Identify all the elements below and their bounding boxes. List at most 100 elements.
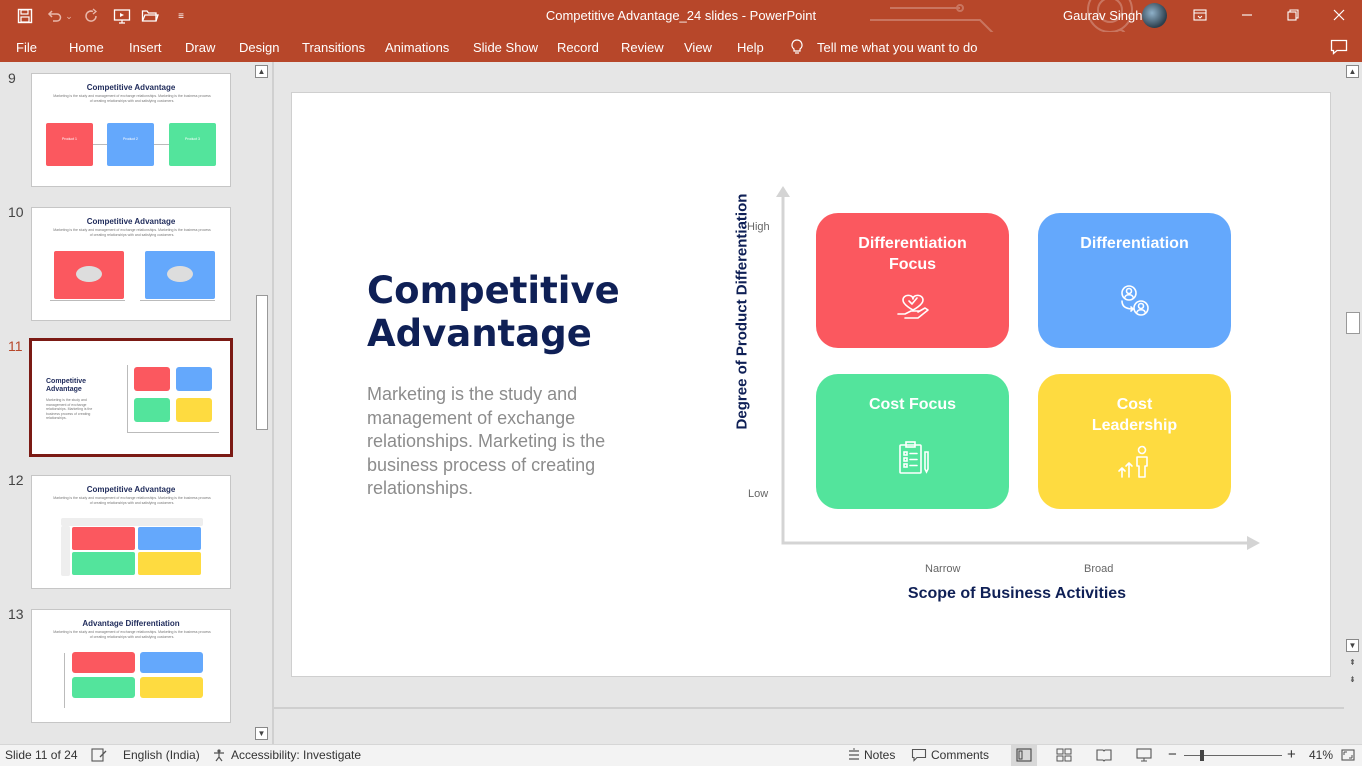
- thumbnail-title: Competitive Advantage: [46, 378, 87, 393]
- slide-thumbnail-12[interactable]: Competitive Advantage Marketing is the s…: [31, 475, 231, 589]
- notes-divider[interactable]: [274, 707, 1344, 709]
- avatar[interactable]: [1142, 3, 1167, 28]
- tell-me-search[interactable]: Tell me what you want to do: [817, 40, 977, 55]
- thumbnail-header-row: [61, 518, 203, 526]
- zoom-slider-thumb[interactable]: [1200, 750, 1204, 761]
- thumbnail-body: Marketing is the study and management of…: [46, 398, 93, 420]
- quadrant-cost-leadership[interactable]: Cost Leadership: [1038, 374, 1231, 509]
- slide-show-icon[interactable]: [1136, 748, 1152, 762]
- current-slide[interactable]: Competitive Advantage Marketing is the s…: [291, 92, 1331, 677]
- thumbnail-box: [176, 398, 212, 422]
- slide-thumbnail-9[interactable]: Competitive Advantage Marketing is the s…: [31, 73, 231, 187]
- quadrant-label-line: Differentiation: [1080, 235, 1189, 252]
- tab-transitions[interactable]: Transitions: [302, 40, 365, 55]
- tab-animations[interactable]: Animations: [385, 40, 449, 55]
- scroll-down-icon[interactable]: ▼: [255, 727, 268, 740]
- thumbnail-title: Competitive Advantage: [86, 217, 176, 226]
- quadrant-label: Differentiation: [1038, 233, 1231, 254]
- thumbnail-box: [134, 367, 170, 391]
- quadrant-label-line: Cost: [1116, 396, 1153, 413]
- scroll-up-icon[interactable]: ▲: [255, 65, 268, 78]
- user-name[interactable]: Gaurav Singh: [1063, 8, 1143, 23]
- x-axis-label: Scope of Business Activities: [907, 585, 1127, 602]
- ribbon-display-options-icon[interactable]: [1188, 4, 1212, 26]
- slide-title-line: Advantage: [367, 312, 592, 355]
- tab-insert[interactable]: Insert: [129, 40, 162, 55]
- thumbnail-number: 12: [8, 472, 24, 488]
- quadrant-label: Cost Focus: [816, 394, 1009, 415]
- slide-title[interactable]: Competitive Advantage: [367, 269, 620, 355]
- y-axis-high: High: [747, 221, 770, 233]
- tab-review[interactable]: Review: [621, 40, 664, 55]
- slide-thumbnail-10[interactable]: Competitive Advantage Marketing is the s…: [31, 207, 231, 321]
- reading-view-icon[interactable]: [1096, 748, 1112, 762]
- status-bar: Slide 11 of 24 English (India) Accessibi…: [0, 744, 1362, 766]
- slide-scrollbar-thumb[interactable]: [1346, 312, 1360, 334]
- thumbnail-box: [134, 398, 170, 422]
- quadrant-label-line: Differentiation: [858, 235, 967, 252]
- thumbnail-body: Marketing is the study and management of…: [53, 630, 211, 639]
- minimize-icon[interactable]: [1235, 4, 1259, 26]
- close-icon[interactable]: [1327, 4, 1351, 26]
- restore-icon[interactable]: [1281, 4, 1305, 26]
- x-axis-broad: Broad: [1084, 563, 1114, 575]
- language-indicator[interactable]: English (India): [123, 748, 200, 762]
- tab-design[interactable]: Design: [239, 40, 279, 55]
- slide-title-line: Competitive: [367, 269, 620, 312]
- slide-body-text[interactable]: Marketing is the study and management of…: [367, 383, 637, 501]
- thumbnail-body: Marketing is the study and management of…: [53, 228, 211, 237]
- quadrant-differentiation[interactable]: Differentiation: [1038, 213, 1231, 348]
- spell-check-icon[interactable]: [91, 748, 107, 762]
- notes-button[interactable]: Notes: [864, 748, 895, 762]
- slide-sorter-icon[interactable]: [1056, 748, 1072, 762]
- zoom-slider[interactable]: [1184, 755, 1282, 756]
- slide-thumbnail-11[interactable]: Competitive Advantage Marketing is the s…: [29, 338, 233, 457]
- previous-slide-icon[interactable]: ⇞: [1346, 656, 1359, 669]
- normal-view-icon[interactable]: [1016, 748, 1032, 762]
- zoom-out-icon[interactable]: −: [1168, 746, 1177, 763]
- tab-view[interactable]: View: [684, 40, 712, 55]
- comments-icon[interactable]: [911, 748, 927, 762]
- thumbnail-scrollbar-thumb[interactable]: [256, 295, 268, 430]
- thumbnail-axis: [127, 365, 128, 433]
- person-growth-icon: [1118, 445, 1148, 478]
- zoom-in-icon[interactable]: +: [1287, 746, 1296, 763]
- quadrant-cost-focus[interactable]: Cost Focus: [816, 374, 1009, 509]
- thumbnail-title: Competitive Advantage: [86, 83, 176, 92]
- next-slide-icon[interactable]: ⇟: [1346, 673, 1359, 686]
- hand-heart-icon: [897, 294, 929, 319]
- tab-home[interactable]: Home: [69, 40, 104, 55]
- ribbon-tabs: File Home Insert Draw Design Transitions…: [0, 32, 1362, 62]
- slide-thumbnail-13[interactable]: Advantage Differentiation Marketing is t…: [31, 609, 231, 723]
- notes-icon[interactable]: [846, 748, 862, 762]
- accessibility-status[interactable]: Accessibility: Investigate: [231, 748, 361, 762]
- quadrant-label: Differentiation Focus: [816, 233, 1009, 275]
- tab-draw[interactable]: Draw: [185, 40, 215, 55]
- thumbnail-box: Product 2: [107, 123, 154, 166]
- thumbnail-box-label: Product 1: [62, 137, 77, 141]
- thumbnail-box: [140, 652, 203, 673]
- thumbnail-number: 10: [8, 204, 24, 220]
- y-axis-label: Degree of Product Differentiation: [733, 193, 751, 430]
- thumbnail-axis: [64, 653, 65, 708]
- thumbnail-number: 13: [8, 606, 24, 622]
- zoom-level[interactable]: 41%: [1309, 748, 1333, 762]
- slide-indicator: Slide 11 of 24: [5, 748, 78, 762]
- thumbnail-box: [176, 367, 212, 391]
- quadrant-differentiation-focus[interactable]: Differentiation Focus: [816, 213, 1009, 348]
- thumbnail-axis: [140, 300, 215, 301]
- y-axis-low: Low: [748, 488, 769, 500]
- accessibility-icon[interactable]: [212, 748, 228, 762]
- tab-slide-show[interactable]: Slide Show: [473, 40, 538, 55]
- fit-to-window-icon[interactable]: [1340, 748, 1356, 762]
- title-bar: ⌄ ≡ Competitive Advantage_24 slides - Po…: [0, 0, 1362, 51]
- thumbnail-number: 11: [8, 338, 23, 354]
- comment-icon[interactable]: [1330, 39, 1348, 55]
- scroll-down-icon[interactable]: ▼: [1346, 639, 1359, 652]
- scroll-up-icon[interactable]: ▲: [1346, 65, 1359, 78]
- tab-record[interactable]: Record: [557, 40, 599, 55]
- tab-file[interactable]: File: [16, 40, 37, 55]
- thumbnail-title: Competitive Advantage: [86, 485, 176, 494]
- tab-help[interactable]: Help: [737, 40, 764, 55]
- comments-button[interactable]: Comments: [931, 748, 989, 762]
